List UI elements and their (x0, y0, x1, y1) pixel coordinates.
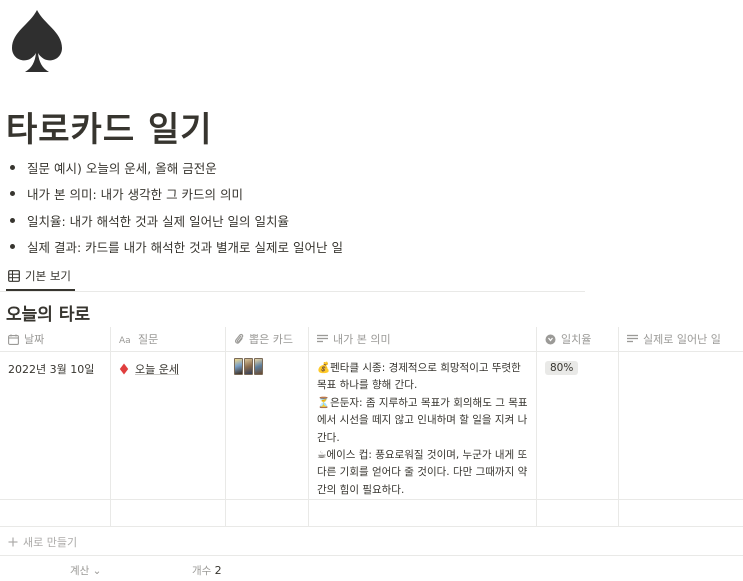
column-header-label: 질문 (138, 333, 159, 346)
calculate-button[interactable]: 계산 ⌄ (70, 563, 101, 578)
bullet-dot (10, 164, 15, 170)
list-item-text: 질문 예시) 오늘의 운세, 올해 금전운 (27, 160, 217, 176)
list-item-text: 내가 본 의미: 내가 생각한 그 카드의 의미 (27, 187, 244, 203)
cell-empty[interactable] (111, 500, 226, 526)
list-item-text: 실제 결과: 카드를 내가 해석한 것과 별개로 실제로 일어난 일 (27, 240, 343, 256)
date-value: 2022년 3월 10일 (8, 363, 95, 376)
table-row[interactable]: 2022년 3월 10일 오늘 운세 💰펜타클 시종: 경제적으로 희망적이고 … (0, 352, 743, 500)
new-row-button[interactable]: 새로 만들기 (0, 529, 743, 556)
description-list: 질문 예시) 오늘의 운세, 올해 금전운 내가 본 의미: 내가 생각한 그 … (10, 154, 343, 260)
meaning-text: 💰펜타클 시종: 경제적으로 희망적이고 뚜렷한 목표 하나를 향해 간다. ⏳… (317, 362, 528, 496)
list-item: 일치율: 내가 해석한 것과 실제 일어난 일의 일치율 (10, 207, 343, 234)
diamond-icon (119, 363, 129, 375)
database-table: 날짜 Aa 질문 뽑은 카드 내가 본 의미 일치율 실제로 일어난 일 202… (0, 327, 743, 527)
list-item: 질문 예시) 오늘의 운세, 올해 금전운 (10, 154, 343, 181)
tarot-card-thumbnail[interactable] (244, 358, 253, 375)
cell-cards[interactable] (226, 352, 309, 499)
page-title: 타로카드 일기 (6, 110, 213, 150)
list-item: 실제 결과: 카드를 내가 해석한 것과 별개로 실제로 일어난 일 (10, 234, 343, 261)
column-header-label: 뽑은 카드 (249, 333, 293, 346)
svg-text:Aa: Aa (119, 336, 131, 344)
count-label: 개수 (192, 565, 212, 577)
bullet-dot (10, 244, 15, 250)
calculate-label: 계산 (70, 565, 90, 577)
count-value: 2 (214, 564, 222, 577)
column-header-label: 내가 본 의미 (333, 333, 391, 346)
match-rate-badge: 80% (545, 361, 579, 375)
text-title-icon: Aa (119, 336, 131, 344)
tarot-card-thumbnail[interactable] (254, 358, 263, 375)
chevron-down-icon: ⌄ (92, 565, 102, 577)
plus-icon (8, 537, 18, 547)
bullet-dot (10, 191, 15, 197)
cell-empty[interactable] (226, 500, 309, 526)
calendar-icon (8, 334, 19, 345)
question-link[interactable]: 오늘 운세 (135, 361, 179, 377)
list-item-text: 일치율: 내가 해석한 것과 실제 일어난 일의 일치율 (27, 213, 290, 229)
cell-meaning[interactable]: 💰펜타클 시종: 경제적으로 희망적이고 뚜렷한 목표 하나를 향해 간다. ⏳… (309, 352, 537, 499)
text-lines-icon (317, 334, 328, 343)
cell-actual[interactable] (619, 352, 743, 499)
table-footer: 계산 ⌄ 개수 2 (0, 560, 743, 580)
cell-empty[interactable] (619, 500, 743, 526)
tab-label: 기본 보기 (25, 269, 71, 283)
column-header-label: 실제로 일어난 일 (643, 333, 721, 346)
new-row-label: 새로 만들기 (23, 536, 78, 549)
cell-date[interactable]: 2022년 3월 10일 (0, 352, 111, 499)
count-summary[interactable]: 개수 2 (192, 563, 222, 578)
formula-icon (545, 334, 556, 344)
text-lines-icon (627, 334, 638, 343)
column-header-actual[interactable]: 실제로 일어난 일 (619, 327, 743, 351)
paperclip-icon (235, 333, 244, 344)
column-header-cards[interactable]: 뽑은 카드 (226, 327, 309, 351)
column-header-meaning[interactable]: 내가 본 의미 (309, 327, 537, 351)
cell-match-rate[interactable]: 80% (537, 352, 619, 499)
tarot-card-thumbnail[interactable] (234, 358, 243, 375)
spade-icon[interactable] (8, 6, 66, 76)
tab-default-view[interactable]: 기본 보기 (6, 263, 75, 291)
column-header-label: 날짜 (24, 333, 45, 346)
table-row-empty[interactable] (0, 500, 743, 527)
cell-empty[interactable] (537, 500, 619, 526)
database-title[interactable]: 오늘의 타로 (6, 300, 90, 325)
table-icon (8, 270, 20, 282)
view-divider (0, 291, 585, 292)
column-header-match-rate[interactable]: 일치율 (537, 327, 619, 351)
cell-empty[interactable] (309, 500, 537, 526)
cell-question[interactable]: 오늘 운세 (111, 352, 226, 499)
cell-empty[interactable] (0, 500, 111, 526)
column-header-question[interactable]: Aa 질문 (111, 327, 226, 351)
table-header: 날짜 Aa 질문 뽑은 카드 내가 본 의미 일치율 실제로 일어난 일 (0, 327, 743, 352)
column-header-date[interactable]: 날짜 (0, 327, 111, 351)
column-header-label: 일치율 (561, 333, 592, 346)
bullet-dot (10, 217, 15, 223)
list-item: 내가 본 의미: 내가 생각한 그 카드의 의미 (10, 181, 343, 208)
